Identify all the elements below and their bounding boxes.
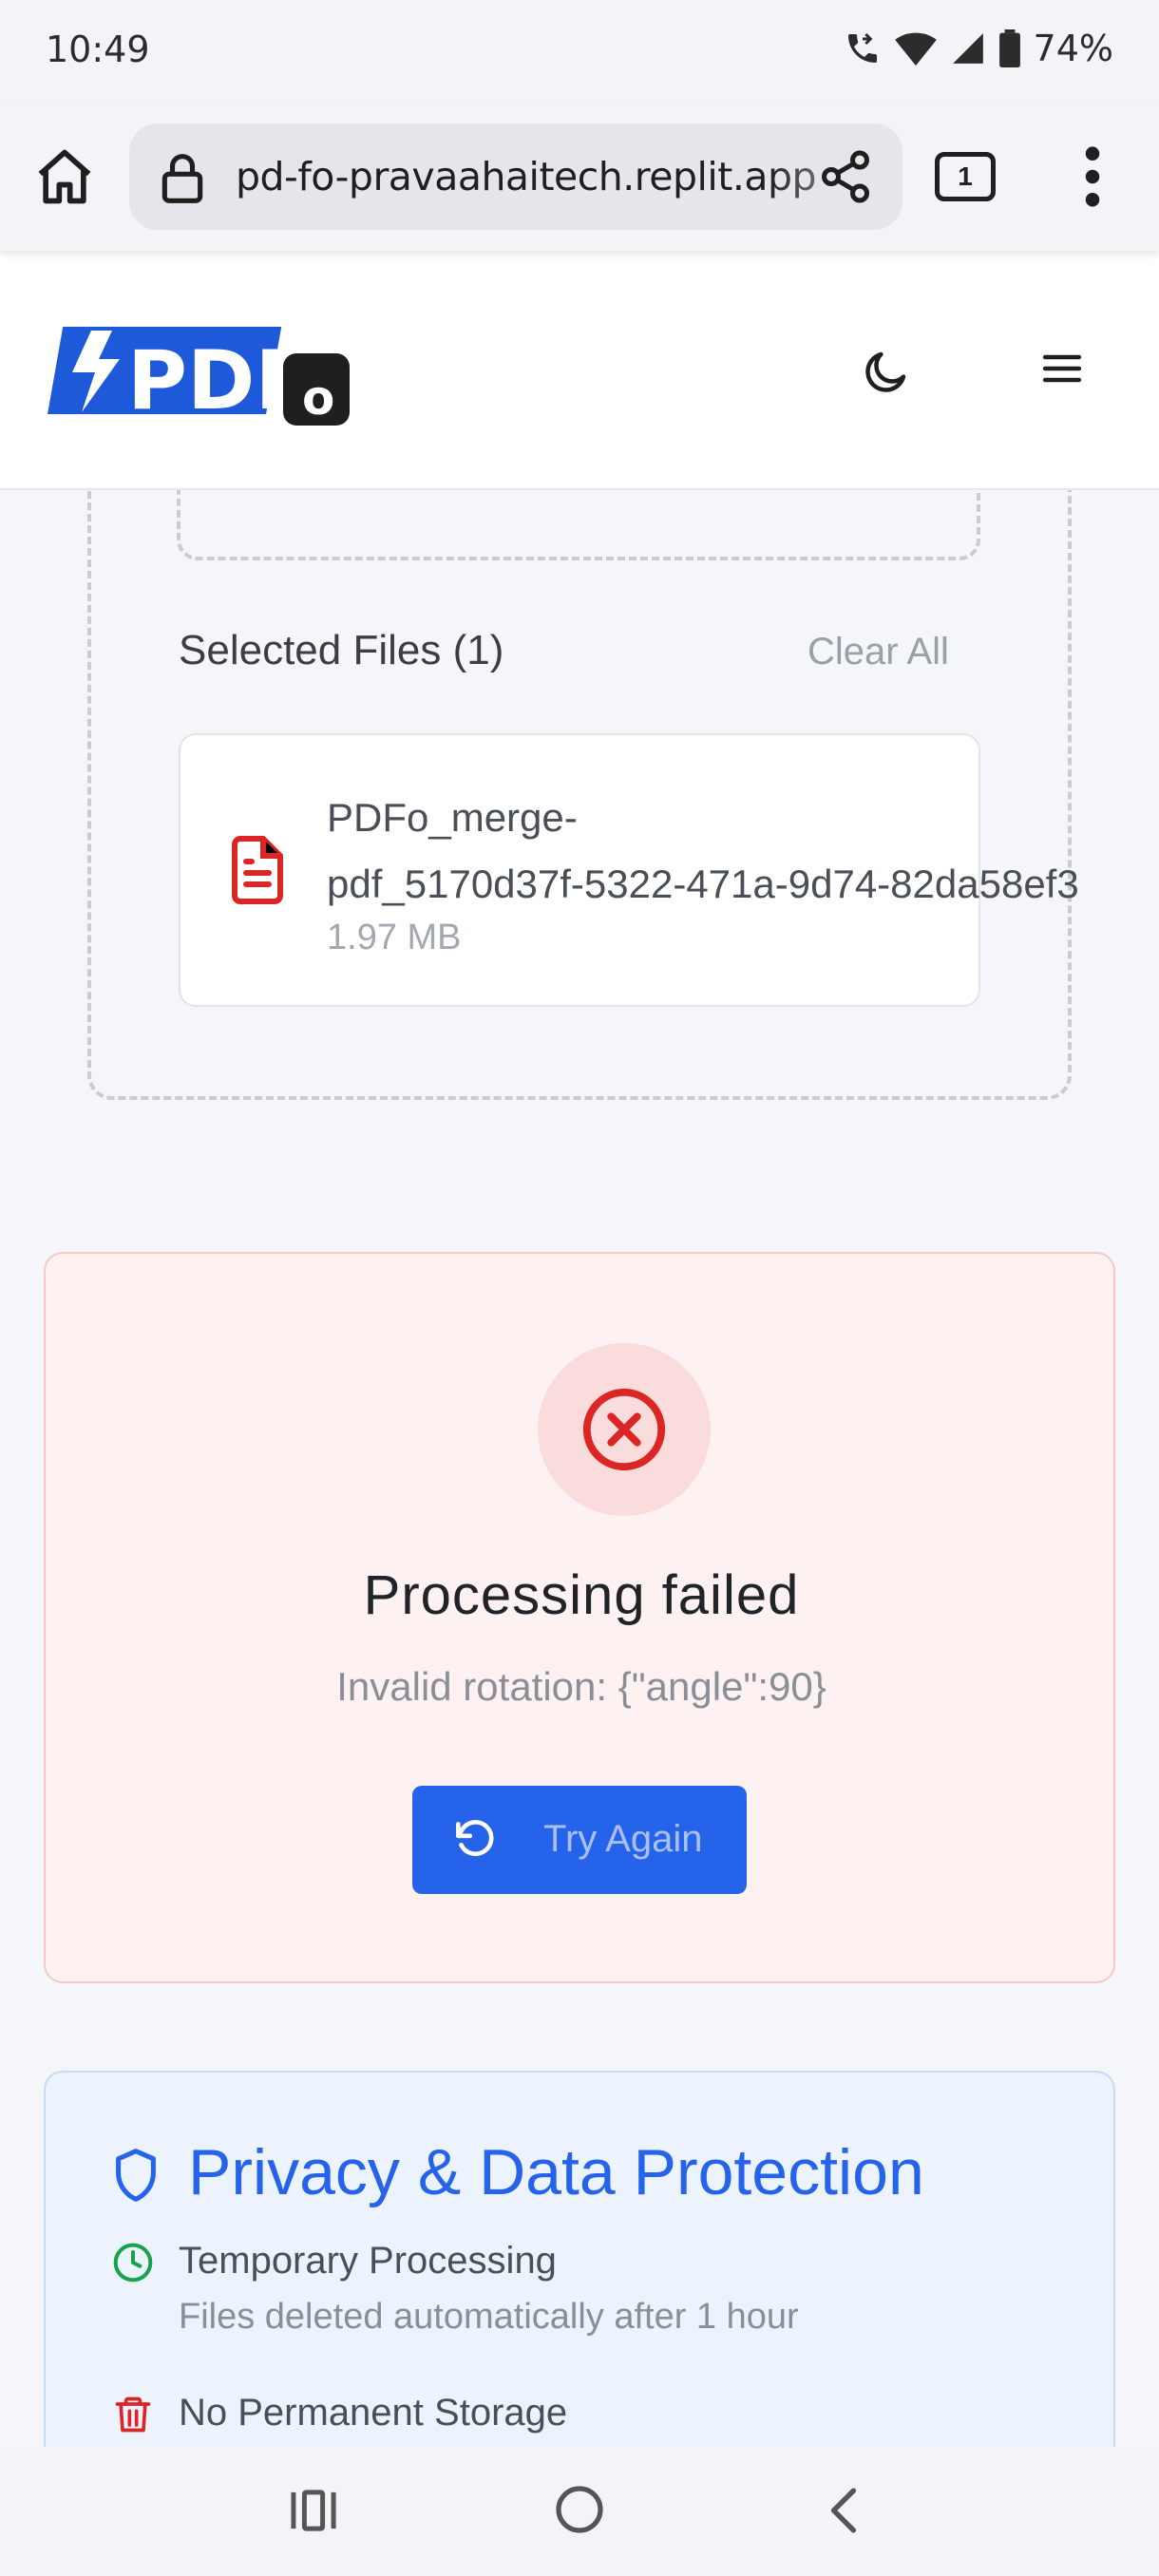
- address-bar[interactable]: pd-fo-pravaahaitech.replit.app: [129, 123, 902, 230]
- file-name: PDFo_merge- pdf_5170d37f-5322-471a-9d74-…: [327, 785, 1159, 918]
- system-nav-bar: [0, 2447, 1159, 2576]
- feature-desc-temporary: Files deleted automatically after 1 hour: [179, 2297, 799, 2337]
- file-text-icon: [232, 836, 283, 904]
- hamburger-icon[interactable]: [1039, 346, 1085, 391]
- wifi-icon: [894, 32, 937, 66]
- file-size: 1.97 MB: [327, 918, 462, 957]
- selected-files-title: Selected Files (1): [179, 627, 504, 673]
- wifi-calling-icon: [847, 32, 877, 63]
- error-message: Invalid rotation: {"angle":90}: [336, 1664, 826, 1709]
- try-again-button[interactable]: Try Again: [412, 1786, 747, 1894]
- url-text[interactable]: pd-fo-pravaahaitech.replit.app: [236, 154, 901, 201]
- recents-icon[interactable]: [289, 2489, 338, 2532]
- status-time: 10:49: [46, 28, 150, 70]
- tab-switcher-button[interactable]: 1: [935, 152, 996, 201]
- rotate-ccw-icon: [456, 1820, 494, 1856]
- feature-title-no-storage: No Permanent Storage: [179, 2392, 568, 2434]
- logo-badge: o: [302, 370, 334, 426]
- back-icon[interactable]: [825, 2487, 863, 2534]
- lock-icon[interactable]: [158, 152, 207, 205]
- battery-percent: 74%: [1033, 28, 1113, 69]
- trash-icon: [115, 2396, 151, 2433]
- error-title: Processing failed: [363, 1564, 800, 1626]
- clock-icon: [113, 2243, 153, 2282]
- home-icon[interactable]: [32, 144, 97, 209]
- clear-all-button[interactable]: Clear All: [808, 631, 949, 673]
- home-circle-icon[interactable]: [555, 2485, 604, 2534]
- error-panel: Processing failed Invalid rotation: {"an…: [44, 1252, 1115, 1983]
- status-bar: 10:49 74%: [0, 0, 1159, 103]
- browser-toolbar: pd-fo-pravaahaitech.replit.app 1: [0, 103, 1159, 251]
- error-icon-circle: [538, 1343, 711, 1516]
- shield-icon: [116, 2149, 156, 2202]
- file-name-line-1: PDFo_merge-: [327, 795, 578, 840]
- try-again-label: Try Again: [543, 1818, 703, 1860]
- signal-icon: [952, 33, 983, 64]
- file-name-line-2: pdf_5170d37f-5322-471a-9d74-82da58ef3: [327, 862, 1079, 906]
- feature-title-temporary: Temporary Processing: [179, 2240, 557, 2282]
- moon-icon[interactable]: [861, 346, 912, 397]
- share-icon[interactable]: [817, 148, 874, 205]
- more-vert-icon[interactable]: [1074, 144, 1112, 209]
- privacy-title: Privacy & Data Protection: [188, 2136, 924, 2208]
- battery-icon: [998, 29, 1020, 67]
- pdfo-logo[interactable]: PDF o: [46, 317, 350, 427]
- site-header: PDF o: [0, 251, 1159, 490]
- x-circle-icon: [582, 1388, 666, 1471]
- status-icons: 74%: [844, 25, 1113, 72]
